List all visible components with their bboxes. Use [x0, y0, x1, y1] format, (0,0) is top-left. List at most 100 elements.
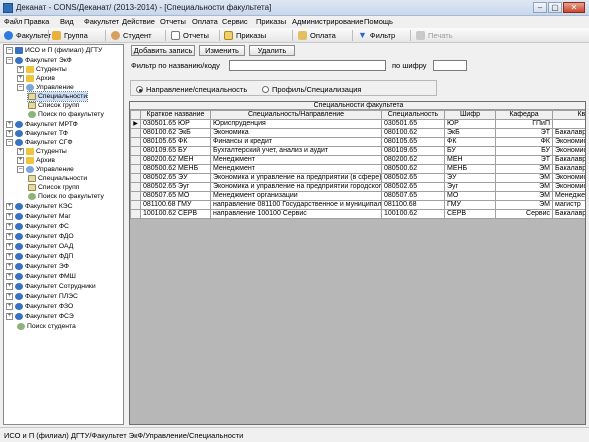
cell-department[interactable]: ЭМ — [495, 200, 553, 210]
cell-qualification[interactable]: Бакалавр менеджмента — [552, 155, 585, 165]
menu-edit[interactable]: Правка — [24, 17, 49, 26]
cell-department[interactable]: ЭМ — [495, 191, 553, 201]
tree-node-faculty[interactable]: + Факультет ФСЭ — [6, 312, 74, 321]
cell-specialty[interactable]: 030501.65 — [381, 119, 445, 129]
faculty-tree[interactable]: – ИСО и П (филиал) ДГТУ – Факультет ЭкФ + С… — [3, 44, 124, 425]
tree-node-students[interactable]: + Студенты — [17, 65, 67, 74]
menu-payment[interactable]: Оплата — [192, 17, 218, 26]
cell-short-name[interactable]: 080507.65 МО — [140, 191, 211, 201]
cell-specialty[interactable]: 080507.65 — [381, 191, 445, 201]
tree-node-faculty[interactable]: + Факультет КЭС — [6, 202, 73, 211]
tree-node-faculty[interactable]: + Факультет ФМШ — [6, 272, 76, 281]
tree-node-faculty[interactable]: + Факультет МРТФ — [6, 120, 78, 129]
tree-node-faculty[interactable]: + Факультет ФС — [6, 222, 69, 231]
cell-specialty[interactable]: 080200.62 — [381, 155, 445, 165]
table-row[interactable]: 081100.68 ГМУ направление 081100 Государс… — [130, 200, 585, 210]
tree-node-faculty[interactable]: + Факультет ФДО — [6, 232, 74, 241]
cell-code[interactable]: МЕНБ — [444, 164, 496, 174]
cell-code[interactable]: БУ — [444, 146, 496, 156]
radio-profile-specialization[interactable]: Профиль/Специализация — [262, 85, 362, 94]
menu-admin[interactable]: Администрирование — [292, 17, 364, 26]
table-row[interactable]: 080100.62 ЭкБ Экономика 080100.62 ЭкБ ЭТ Бака… — [130, 128, 585, 138]
menu-reports[interactable]: Отчеты — [160, 17, 186, 26]
tree-node-student-search[interactable]: Поиск студента — [17, 322, 76, 331]
table-row[interactable]: 080502.65 Эуг Экономика и управление на п… — [130, 182, 585, 192]
cell-short-name[interactable]: 080100.62 ЭкБ — [140, 128, 211, 138]
cell-code[interactable]: СЕРВ — [444, 209, 496, 219]
cell-specialty-direction[interactable]: Юриспруденция — [210, 119, 382, 129]
cell-specialty-direction[interactable]: Менеджмент — [210, 164, 382, 174]
menu-help[interactable]: Помощь — [364, 17, 393, 26]
cell-department[interactable]: ЭМ — [495, 164, 553, 174]
cell-department[interactable]: ЭМ — [495, 182, 553, 192]
tree-node-faculty[interactable]: – Факультет СГФ — [6, 138, 73, 147]
cell-specialty-direction[interactable]: Менеджмент организации — [210, 191, 382, 201]
cell-qualification[interactable]: Бакалавр экономики — [552, 128, 585, 138]
toolbar-group-button[interactable]: Группа — [52, 29, 88, 41]
tree-node-faculty[interactable]: + Факультет ТФ — [6, 129, 68, 138]
col-short-name[interactable]: Краткое название — [140, 110, 211, 120]
code-filter-input[interactable] — [433, 60, 467, 71]
tree-node-faculty[interactable]: + Факультет ЭФ — [6, 262, 69, 271]
cell-specialty[interactable]: 100100.62 — [381, 209, 445, 219]
cell-department[interactable]: БУ — [495, 146, 553, 156]
cell-qualification[interactable]: Экономист-менеджер — [552, 182, 585, 192]
tree-node-group-list[interactable]: Список групп — [28, 183, 79, 192]
cell-short-name[interactable]: 081100.68 ГМУ — [140, 200, 211, 210]
tree-node-archive[interactable]: + Архив — [17, 156, 55, 165]
toolbar-reports-button[interactable]: Отчеты — [171, 29, 209, 41]
menu-orders[interactable]: Приказы — [256, 17, 286, 26]
tree-node-faculty[interactable]: + Факультет Маг — [6, 212, 71, 221]
menu-faculty[interactable]: Факультет — [84, 17, 119, 26]
cell-specialty-direction[interactable]: направление 100100 Сервис — [210, 209, 382, 219]
table-row[interactable]: 080500.62 МЕНБ Менеджмент 080500.62 МЕНБ ЭМ Б… — [130, 164, 585, 174]
cell-short-name[interactable]: 080502.65 ЭУ — [140, 173, 211, 183]
cell-short-name[interactable]: 080109.65 БУ — [140, 146, 211, 156]
tree-node-faculty-search[interactable]: Поиск по факультету — [28, 192, 104, 201]
table-row[interactable]: 080502.65 ЭУ Экономика и управление на пр… — [130, 173, 585, 183]
cell-specialty-direction[interactable]: Экономика и управление на предприятии го… — [210, 182, 382, 192]
toolbar-print-button[interactable]: Печать — [416, 29, 453, 41]
cell-qualification[interactable]: Экономист — [552, 146, 585, 156]
cell-specialty[interactable]: 080105.65 — [381, 137, 445, 147]
tree-node-archive[interactable]: + Архив — [17, 74, 55, 83]
cell-specialty-direction[interactable]: Экономика и управление на предприятии (в… — [210, 173, 382, 183]
cell-qualification[interactable]: Бакалавр менеджмента — [552, 164, 585, 174]
tree-node-faculty[interactable]: + Факультет ФЗО — [6, 302, 73, 311]
close-button[interactable]: ✕ — [563, 2, 585, 13]
tree-node-faculty[interactable]: + Факультет ФДП — [6, 252, 73, 261]
col-specialty-direction[interactable]: Специальность/Направление — [210, 110, 382, 120]
menu-file[interactable]: Файл — [4, 17, 22, 26]
edit-button[interactable]: Изменить — [199, 45, 245, 56]
delete-button[interactable]: Удалить — [249, 45, 295, 56]
cell-department[interactable]: ЭТ — [495, 155, 553, 165]
menu-service[interactable]: Сервис — [222, 17, 248, 26]
col-qualification[interactable]: Квалификация — [552, 110, 585, 120]
cell-qualification[interactable]: Менеджер — [552, 191, 585, 201]
cell-code[interactable]: ЮР — [444, 119, 496, 129]
col-department[interactable]: Кафедра — [495, 110, 553, 120]
cell-department[interactable]: ГПиП — [495, 119, 553, 129]
table-row[interactable]: 080507.65 МО Менеджмент организации 080507… — [130, 191, 585, 201]
cell-code[interactable]: МО — [444, 191, 496, 201]
cell-short-name[interactable]: 080502.65 Эуг — [140, 182, 211, 192]
cell-specialty-direction[interactable]: Бухгалтерский учет, анализ и аудит — [210, 146, 382, 156]
radio-direction-specialty[interactable]: Направление/специальность — [136, 85, 247, 94]
tree-node-management[interactable]: – Управление — [17, 83, 74, 92]
cell-department[interactable]: ЭТ — [495, 128, 553, 138]
toolbar-payment-button[interactable]: Оплата — [298, 29, 336, 41]
minimize-button[interactable]: – — [533, 2, 547, 13]
cell-specialty-direction[interactable]: направление 081100 Государственное и мун… — [210, 200, 382, 210]
cell-specialty-direction[interactable]: Менеджмент — [210, 155, 382, 165]
cell-code[interactable]: ГМУ — [444, 200, 496, 210]
cell-specialty[interactable]: 080100.62 — [381, 128, 445, 138]
cell-department[interactable]: ФК — [495, 137, 553, 147]
cell-qualification[interactable] — [552, 119, 585, 129]
tree-node-specialties[interactable]: Специальности — [28, 174, 87, 183]
menu-action[interactable]: Действие — [122, 17, 155, 26]
cell-code[interactable]: Эуг — [444, 182, 496, 192]
table-row[interactable]: ▶ 030501.65 ЮР Юриспруденция 030501.65 ЮР ГПи… — [130, 119, 585, 129]
cell-code[interactable]: ФК — [444, 137, 496, 147]
col-specialty[interactable]: Специальность — [381, 110, 445, 120]
cell-specialty[interactable]: 081100.68 — [381, 200, 445, 210]
